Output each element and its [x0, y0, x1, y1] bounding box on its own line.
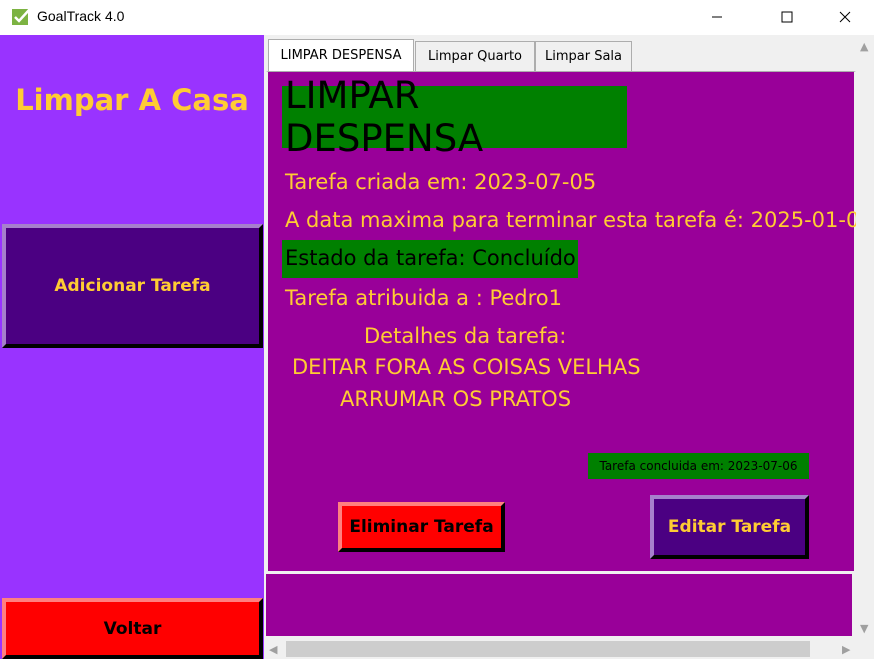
checkmark-icon: [12, 8, 30, 26]
bottom-strip: [266, 574, 852, 636]
horizontal-scroll-thumb[interactable]: [286, 641, 810, 657]
sidebar-title: Limpar A Casa: [15, 83, 249, 117]
scroll-left-icon[interactable]: ◀: [269, 644, 277, 655]
add-task-button[interactable]: Adicionar Tarefa: [2, 224, 263, 348]
window-title: GoalTrack 4.0: [37, 8, 125, 24]
maximize-button[interactable]: [764, 0, 810, 34]
detail-item: ARRUMAR OS PRATOS: [340, 387, 572, 411]
detail-item: DEITAR FORA AS COISAS VELHAS: [292, 355, 641, 379]
completed-date-badge: Tarefa concluida em: 2023-07-06: [588, 453, 809, 479]
close-button[interactable]: [822, 0, 868, 34]
task-status: Estado da tarefa: Concluído: [285, 246, 576, 270]
deadline-date: A data maxima para terminar esta tarefa …: [285, 208, 873, 232]
assigned-to: Tarefa atribuida a : Pedro1: [285, 286, 563, 310]
scroll-right-icon[interactable]: ▶: [842, 644, 850, 655]
edit-task-button[interactable]: Editar Tarefa: [650, 495, 809, 559]
title-bar: [0, 0, 874, 34]
created-date: Tarefa criada em: 2023-07-05: [285, 170, 597, 194]
task-heading: LIMPAR DESPENSA: [282, 74, 627, 160]
scroll-down-icon[interactable]: ▼: [860, 623, 868, 634]
close-icon: [839, 11, 851, 23]
delete-task-button[interactable]: Eliminar Tarefa: [338, 502, 505, 552]
scrollbar-corner: [856, 639, 874, 659]
minimize-button[interactable]: [694, 0, 740, 34]
details-label: Detalhes da tarefa:: [364, 324, 567, 348]
scroll-up-icon[interactable]: ▲: [860, 41, 868, 52]
tab-limpar-quarto[interactable]: Limpar Quarto: [415, 41, 535, 71]
vertical-scrollbar[interactable]: ▲ ▼: [856, 35, 874, 639]
tab-limpar-sala[interactable]: Limpar Sala: [535, 41, 632, 71]
minimize-icon: [712, 16, 722, 18]
tab-limpar-despensa[interactable]: LIMPAR DESPENSA: [268, 39, 414, 71]
maximize-icon: [781, 11, 793, 23]
back-button[interactable]: Voltar: [2, 598, 263, 659]
